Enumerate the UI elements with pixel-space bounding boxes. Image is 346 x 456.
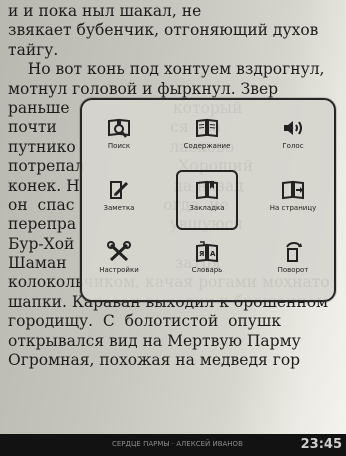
text-line: мотнул головой и фыркнул. Звер xyxy=(8,79,279,98)
search-book-icon xyxy=(108,118,130,138)
svg-text:Я: Я xyxy=(199,250,204,258)
note-pencil-icon xyxy=(110,181,129,199)
goto-page-icon xyxy=(282,180,304,200)
menu-item-rotate[interactable]: Поворот xyxy=(262,234,324,292)
bookmark-book-icon xyxy=(196,180,218,200)
menu-item-label: Поворот xyxy=(277,266,309,274)
menu-item-note[interactable]: Заметка xyxy=(88,172,150,230)
ereader-screen: и и пока ныл шакал, не звякает бубенчик,… xyxy=(0,0,346,456)
status-bar: СЕРДЦЕ ПАРМЫ · АЛЕКСЕЙ ИВАНОВ 23:45 xyxy=(0,434,346,456)
clock-time: 23:45 xyxy=(300,437,342,452)
menu-item-search[interactable]: Поиск xyxy=(88,110,150,168)
speaker-icon xyxy=(284,121,302,135)
text-line: Огромная, похожая на медведя гор xyxy=(8,351,301,370)
menu-item-label: Голос xyxy=(282,142,304,150)
book-title-status: СЕРДЦЕ ПАРМЫ · АЛЕКСЕЙ ИВАНОВ xyxy=(112,440,243,448)
quick-menu-popup: Поиск Содержание Голос Заметка Закладка … xyxy=(80,98,336,302)
dictionary-icon: A Я xyxy=(196,241,218,263)
menu-item-label: Заметка xyxy=(103,204,135,212)
menu-item-label: Закладка xyxy=(189,204,225,212)
text-line: Но вот конь под хонтуем вздрогнул, xyxy=(8,60,325,79)
menu-item-label: Поиск xyxy=(107,142,131,150)
rotate-icon xyxy=(286,241,302,262)
menu-item-voice[interactable]: Голос xyxy=(262,110,324,168)
text-line: открывался вид на Мертвую Парму xyxy=(8,331,301,350)
text-line: городищу. С болотистой опушк xyxy=(8,312,282,331)
menu-item-settings[interactable]: Настройки xyxy=(88,234,150,292)
settings-tools-icon xyxy=(107,241,131,262)
menu-item-dictionary[interactable]: A Я Словарь xyxy=(176,234,238,292)
menu-item-bookmark[interactable]: Закладка xyxy=(176,170,238,230)
menu-item-label: Словарь xyxy=(191,266,223,274)
menu-item-contents[interactable]: Содержание xyxy=(176,110,238,168)
svg-text:A: A xyxy=(210,250,216,258)
text-line: и и пока ныл шакал, не xyxy=(8,2,202,20)
menu-item-label: На страницу xyxy=(269,204,317,212)
menu-item-goto-page[interactable]: На страницу xyxy=(262,172,324,230)
open-book-icon xyxy=(196,118,218,138)
menu-item-label: Настройки xyxy=(99,266,139,274)
text-line: звякает бубенчик, отгоняющий духов xyxy=(8,21,319,40)
text-line: тайгу. xyxy=(8,40,59,59)
menu-item-label: Содержание xyxy=(183,142,231,150)
